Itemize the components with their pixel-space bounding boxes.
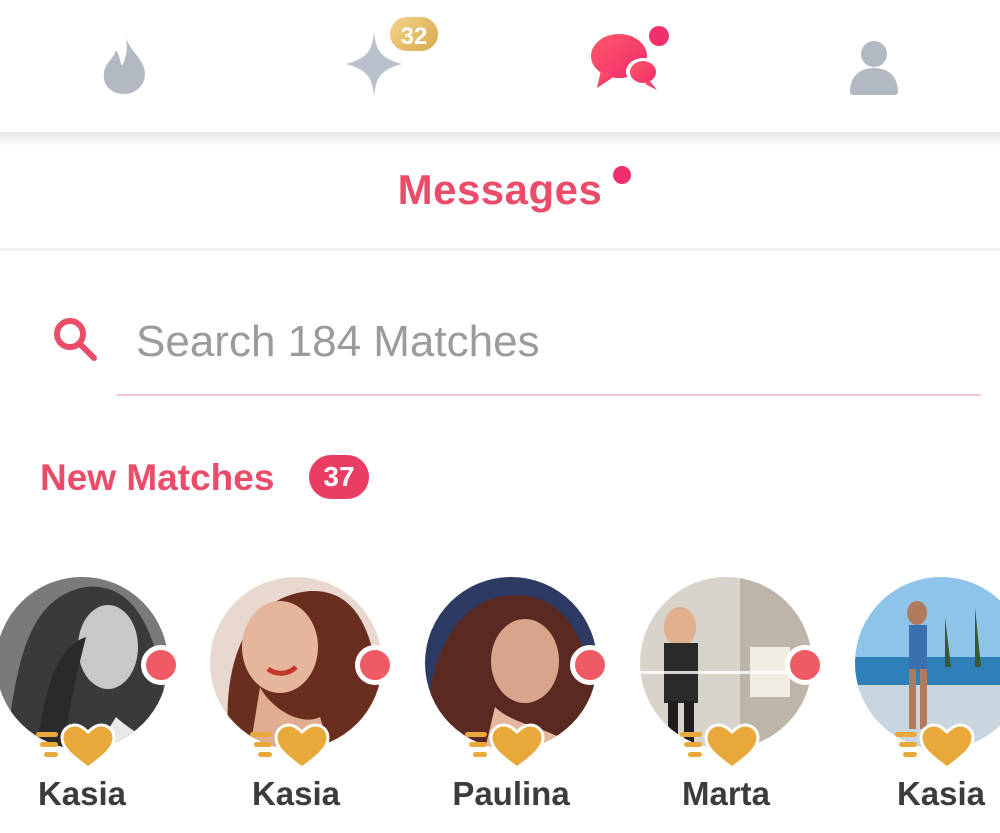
new-matches-label: New Matches [40,457,275,498]
messages-header: Messages [0,146,1000,248]
match-name: Paulina [452,775,570,812]
match-card[interactable]: Kasia [0,570,196,833]
match-name: Marta [681,775,771,812]
profile-icon[interactable] [846,36,902,96]
super-like-heart-icon [36,723,116,770]
new-matches-carousel[interactable]: Kasia Kasia Paulina Marta Kasia [0,570,1000,833]
search-icon[interactable] [52,316,102,362]
new-matches-count-badge: 37 [309,455,369,499]
super-like-heart-icon [895,723,975,770]
header-divider [0,248,1000,251]
page-title: Messages [397,166,603,213]
match-name: Kasia [37,775,127,812]
match-name: Kasia [251,775,341,812]
flame-icon[interactable] [96,36,152,96]
match-card[interactable]: Kasia [855,570,1000,833]
super-like-heart-icon [250,723,330,770]
match-card[interactable]: Kasia [210,570,410,833]
search-bar [0,290,1000,400]
search-input[interactable] [136,310,976,374]
new-messages-dot [649,26,669,46]
super-like-heart-icon [465,723,545,770]
search-underline [117,394,981,396]
top-navigation: 32 [0,0,1000,132]
match-name: Kasia [896,775,986,812]
match-card[interactable]: Paulina [425,570,625,833]
super-like-heart-icon [680,723,760,770]
match-card[interactable]: Marta [640,570,840,833]
nav-shadow [0,132,1000,146]
online-indicator [141,645,181,685]
online-indicator [570,645,610,685]
online-indicator [355,645,395,685]
unread-dot [613,166,631,184]
online-indicator [785,645,825,685]
gold-count-badge: 32 [387,14,441,54]
